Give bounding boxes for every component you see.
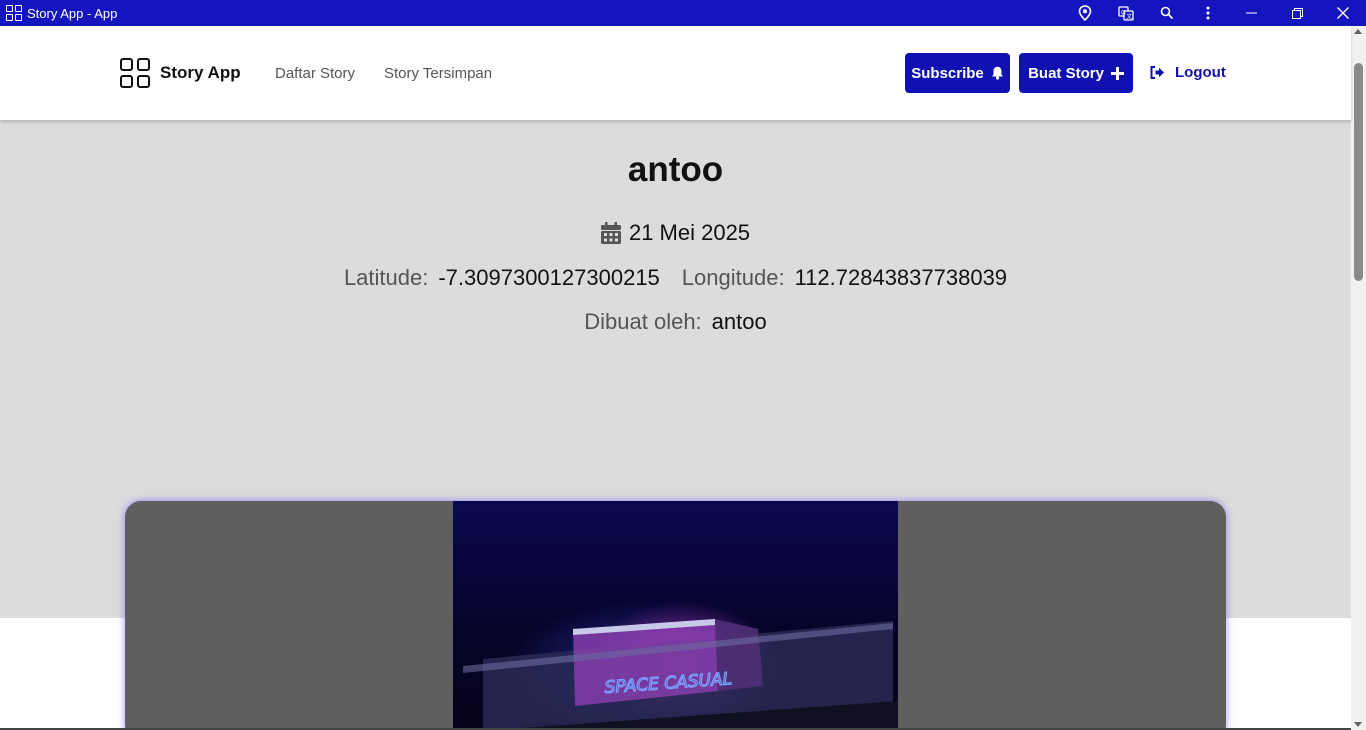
svg-text:G: G [1121,10,1126,17]
close-icon[interactable] [1320,0,1366,26]
restore-icon[interactable] [1274,0,1320,26]
window-titlebar: Story App - App G文 [0,0,1366,26]
subscribe-button[interactable]: Subscribe [905,53,1010,93]
scroll-up-arrow-icon[interactable] [1354,29,1362,34]
logout-icon [1150,66,1164,79]
page-scrollbar[interactable] [1351,26,1366,730]
story-photo: SPACE CASUAL [453,501,898,730]
site-header: Story App Daftar Story Story Tersimpan S… [0,26,1351,120]
author-value: antoo [711,309,767,334]
create-story-button[interactable]: Buat Story [1019,53,1133,93]
window-title: Story App - App [27,5,118,21]
story-author-row: Dibuat oleh: antoo [0,309,1351,335]
longitude-value: 112.72843837738039 [794,265,1008,290]
translate-icon[interactable]: G文 [1105,0,1146,26]
latitude-value: -7.3097300127300215 [438,265,660,290]
story-image-card: SPACE CASUAL [125,501,1226,730]
nav-story-tersimpan[interactable]: Story Tersimpan [384,65,492,82]
brand-name: Story App [160,63,241,82]
nav-daftar-story[interactable]: Daftar Story [275,65,355,82]
bell-icon [991,66,1003,80]
logout-label: Logout [1175,64,1226,81]
location-icon[interactable] [1064,0,1105,26]
svg-text:文: 文 [1126,13,1132,21]
scroll-down-arrow-icon[interactable] [1354,722,1362,727]
story-date: 21 Mei 2025 [628,220,751,245]
author-label: Dibuat oleh: [584,309,702,334]
brand-link[interactable]: Story App [120,58,241,88]
scroll-thumb[interactable] [1354,63,1363,281]
calendar-icon [600,222,621,244]
latitude-label: Latitude: [343,265,429,290]
grid-logo-icon [120,58,150,88]
logout-link[interactable]: Logout [1150,64,1226,81]
minimize-icon[interactable] [1228,0,1274,26]
story-date-row: 21 Mei 2025 [0,220,1351,246]
story-coordinates: Latitude: -7.3097300127300215 Longitude:… [0,265,1351,291]
create-story-label: Buat Story [1028,64,1104,82]
story-title: antoo [627,150,724,189]
plus-icon [1110,66,1124,80]
app-icon [6,5,22,21]
subscribe-label: Subscribe [911,64,984,82]
more-vert-icon[interactable] [1187,0,1228,26]
longitude-label: Longitude: [681,265,785,290]
zoom-icon[interactable] [1146,0,1187,26]
